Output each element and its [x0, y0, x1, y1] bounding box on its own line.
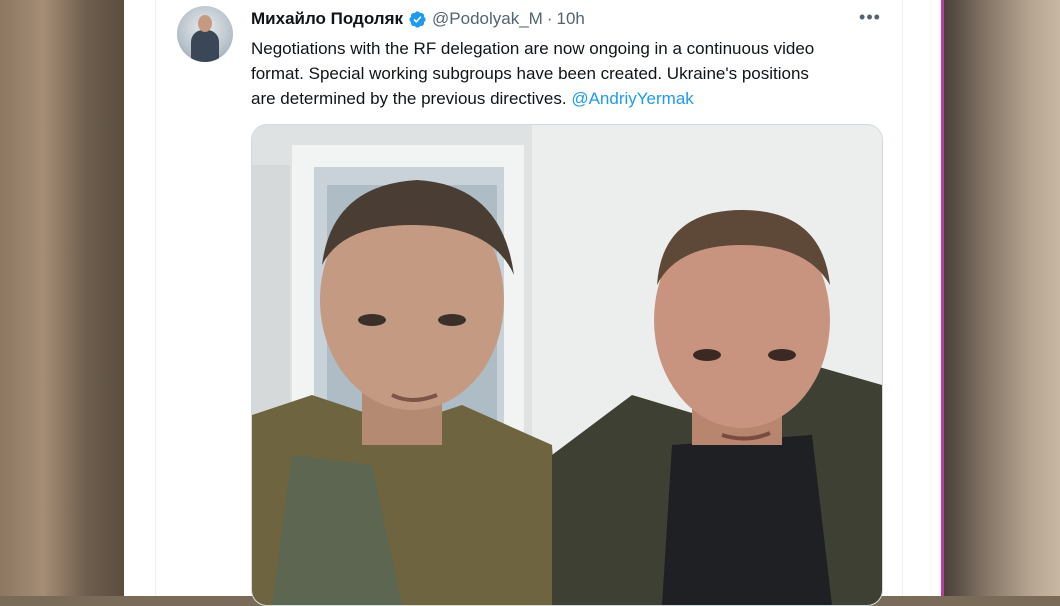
more-horizontal-icon[interactable]: ••• [859, 8, 881, 28]
mention-link[interactable]: @AndriyYermak [571, 89, 693, 108]
tweet-card[interactable]: Михайло Подоляк @Podolyak_M · 10h ••• Ne… [155, 0, 903, 606]
avatar[interactable] [177, 6, 233, 62]
background-right [944, 0, 1060, 596]
tweet-text-line1: Negotiations with the RF delegation are … [251, 39, 815, 58]
tweet-header: Михайло Подоляк @Podolyak_M · 10h [251, 9, 585, 29]
handle[interactable]: @Podolyak_M [432, 9, 543, 29]
tweet-text-line2: format. Special working subgroups have b… [251, 64, 809, 83]
tweet-text: Negotiations with the RF delegation are … [251, 36, 891, 111]
display-name[interactable]: Михайло Подоляк [251, 9, 403, 29]
frame-edge [941, 0, 943, 596]
verified-badge-icon [409, 10, 426, 28]
photo-illustration [252, 125, 882, 605]
separator: · [546, 9, 553, 28]
tweet-text-line3: are determined by the previous directive… [251, 89, 572, 108]
tweet-photo[interactable] [251, 124, 883, 606]
timestamp[interactable]: 10h [557, 9, 585, 29]
timeline-column: Михайло Подоляк @Podolyak_M · 10h ••• Ne… [124, 0, 941, 606]
background-left [0, 0, 124, 596]
